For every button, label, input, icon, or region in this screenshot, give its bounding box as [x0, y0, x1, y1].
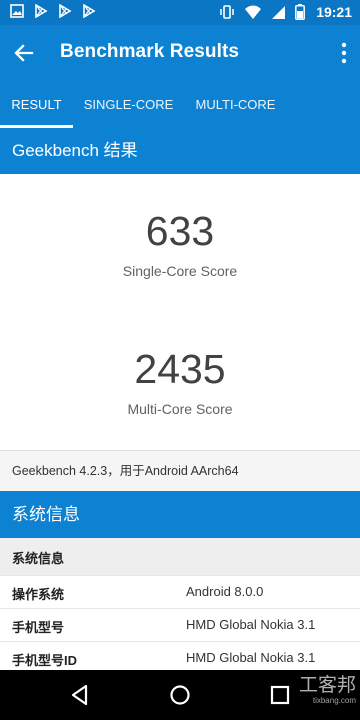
page-title: Benchmark Results: [60, 41, 240, 62]
multi-core-score: 2435: [134, 346, 226, 392]
row-value: Android 8.0.0: [186, 584, 264, 599]
single-core-score: 633: [145, 208, 215, 254]
row-value: HMD Global Nokia 3.1: [186, 650, 316, 665]
home-circle-icon[interactable]: [167, 682, 193, 708]
version-info: Geekbench 4.2.3，用于Android AArch64: [0, 450, 360, 491]
row-value: HMD Global Nokia 3.1: [186, 617, 316, 632]
wifi-icon: [245, 5, 262, 19]
tab-bar: RESULT SINGLE-CORE MULTI-CORE: [0, 81, 360, 128]
watermark-text: 工客邦: [298, 675, 356, 696]
tab-multi-core[interactable]: MULTI-CORE: [184, 81, 287, 128]
navigation-bar: 工客邦 tixbang.com: [0, 670, 360, 720]
tab-result[interactable]: RESULT: [0, 81, 73, 128]
geekbench-results-header: Geekbench 结果: [0, 128, 360, 174]
back-triangle-icon[interactable]: [67, 682, 93, 708]
table-header-label: 系统信息: [12, 551, 65, 566]
back-arrow-icon[interactable]: [10, 39, 38, 67]
system-info-header: 系统信息: [0, 491, 360, 538]
cellular-icon: [272, 5, 286, 19]
recents-square-icon[interactable]: [267, 682, 293, 708]
more-vert-icon[interactable]: [340, 41, 348, 65]
battery-icon: [295, 4, 306, 20]
row-key: 操作系统: [12, 587, 65, 602]
single-core-score-label: Single-Core Score: [122, 263, 238, 279]
tab-single-core[interactable]: SINGLE-CORE: [73, 81, 184, 128]
play-store-icon: [59, 4, 72, 18]
score-card: 633 Single-Core Score 2435 Multi-Core Sc…: [0, 174, 360, 450]
watermark-sub: tixbang.com: [312, 696, 356, 705]
play-store-icon: [35, 4, 48, 18]
watermark: 工客邦 tixbang.com: [299, 676, 356, 706]
multi-core-score-label: Multi-Core Score: [127, 401, 233, 417]
table-row: 操作系统 Android 8.0.0: [0, 576, 360, 609]
play-store-icon: [83, 4, 96, 18]
vibrate-icon: [220, 5, 234, 19]
image-icon: [10, 4, 24, 18]
row-key: 手机型号: [12, 620, 65, 635]
status-time: 19:21: [316, 4, 352, 20]
app-bar: Benchmark Results: [0, 25, 360, 81]
row-key: 手机型号ID: [12, 653, 78, 668]
table-row: 手机型号 HMD Global Nokia 3.1: [0, 609, 360, 642]
system-status-icons: 19:21: [219, 4, 352, 20]
status-bar: 19:21: [0, 0, 360, 25]
notification-icons: [10, 4, 96, 18]
table-header-row: 系统信息: [0, 538, 360, 576]
